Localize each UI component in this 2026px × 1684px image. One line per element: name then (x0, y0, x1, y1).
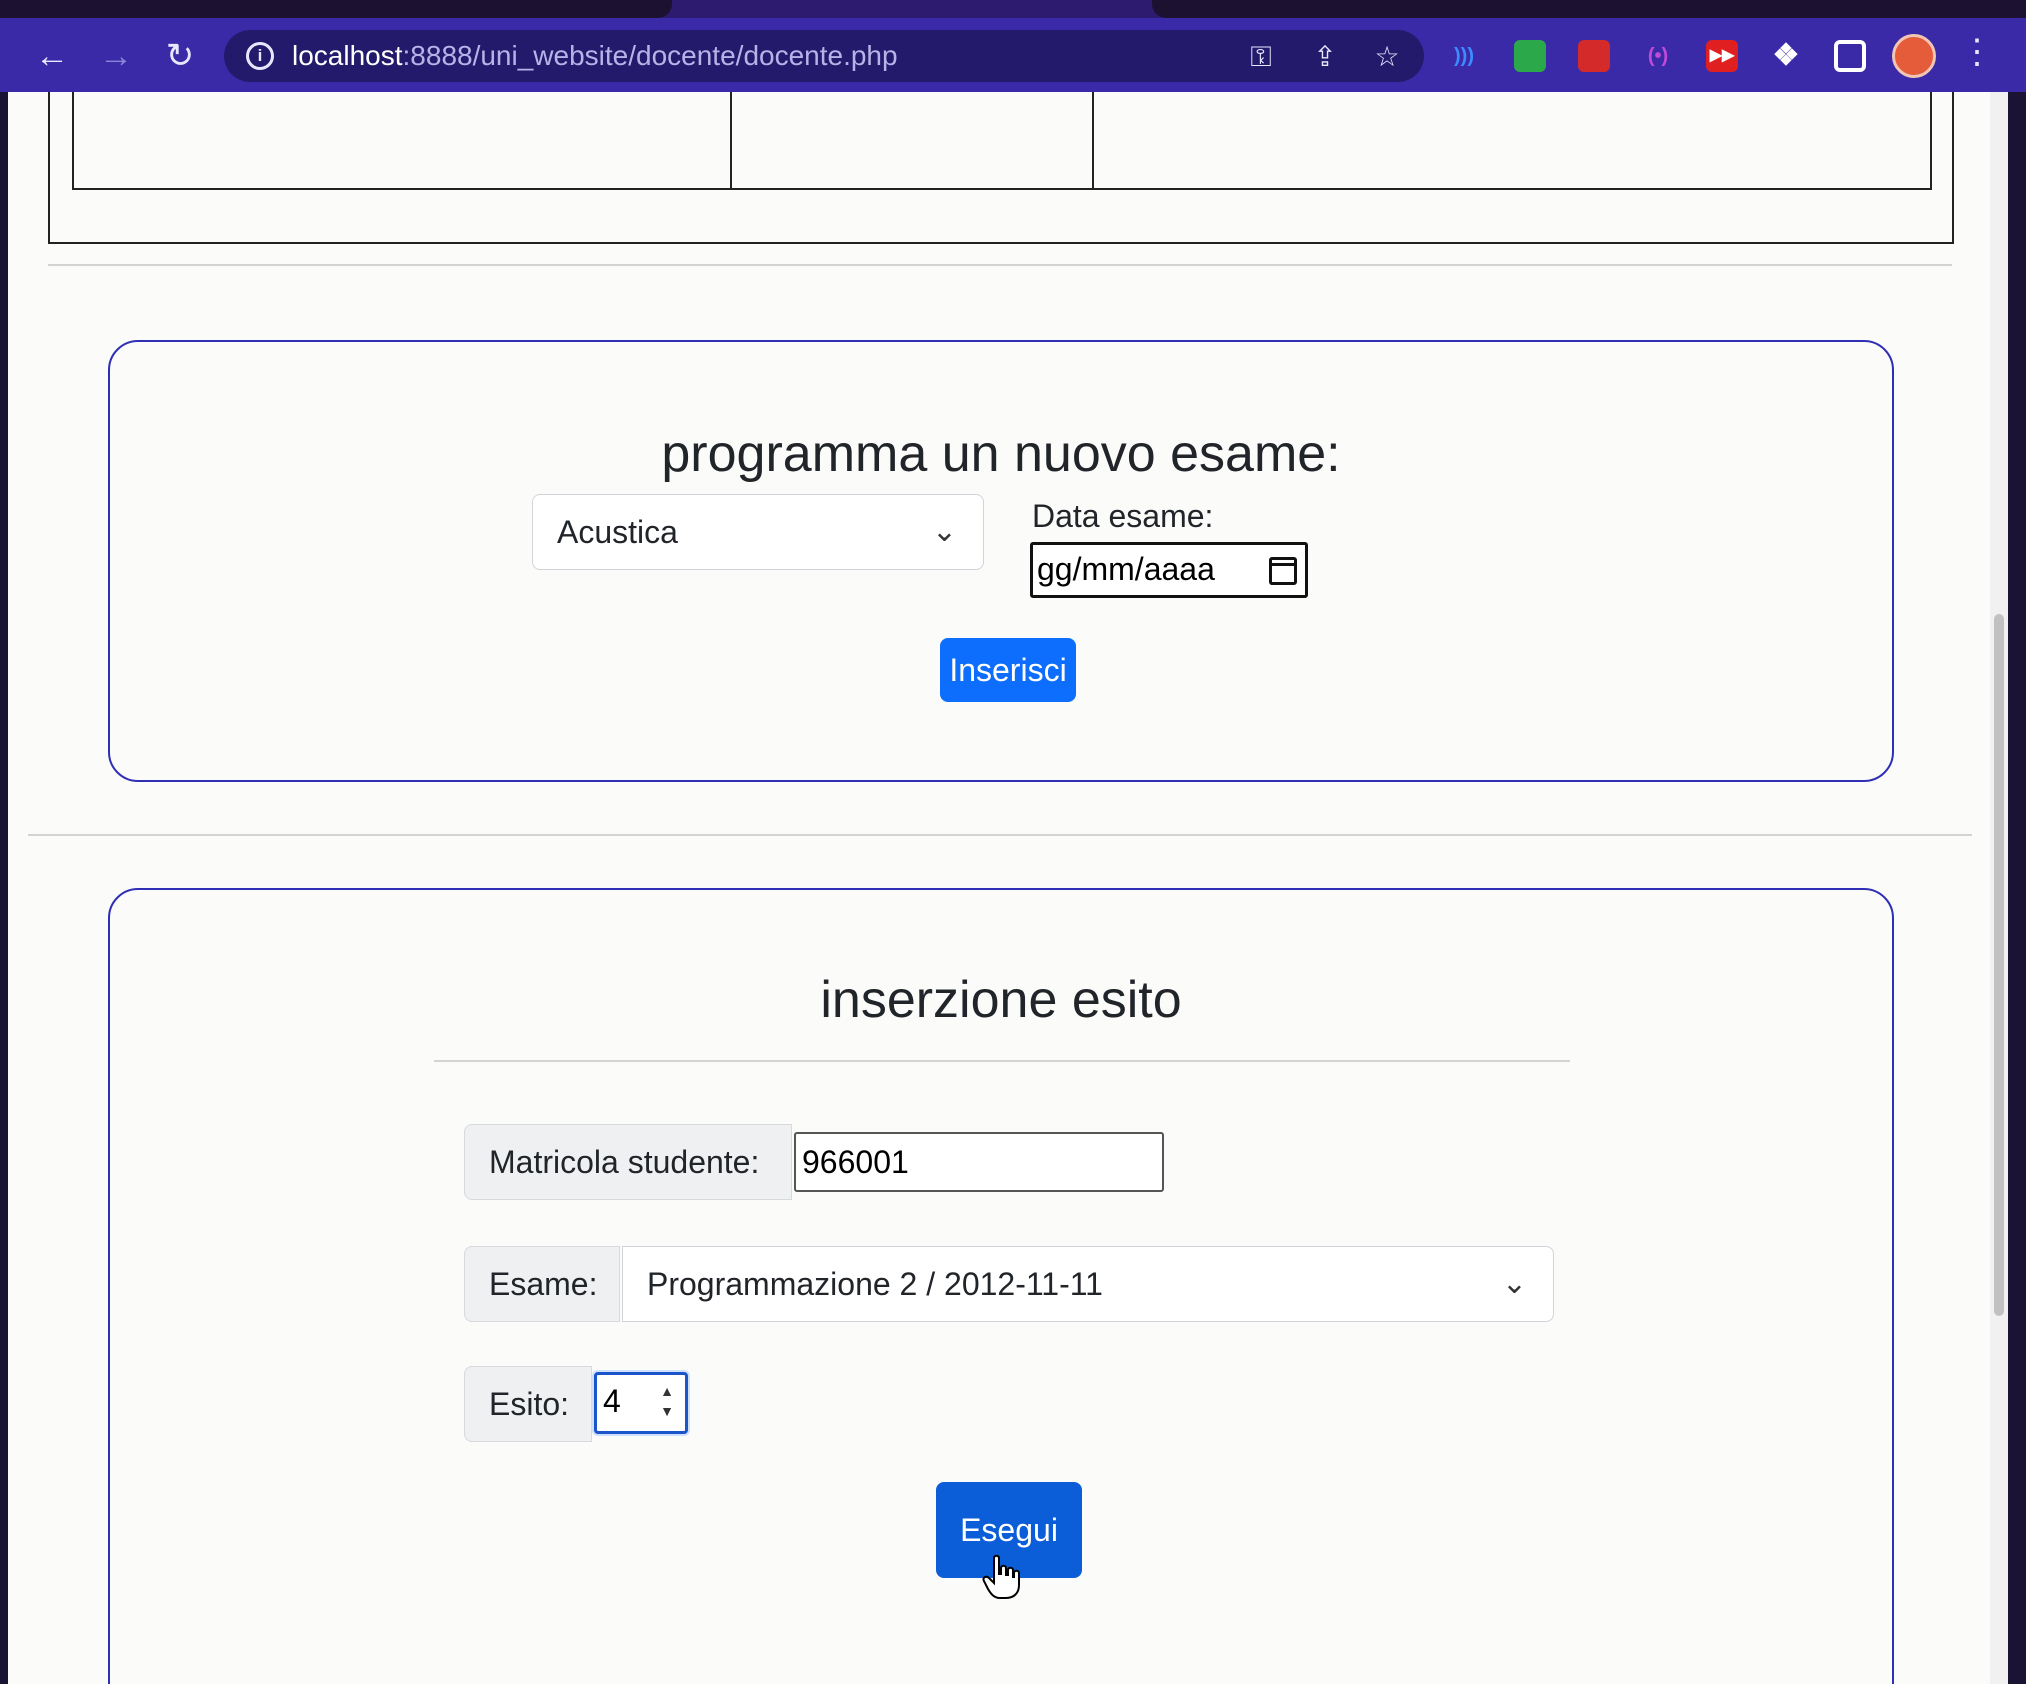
arrow-left-icon[interactable]: ← (32, 36, 72, 76)
chevron-down-icon: ⌄ (931, 515, 957, 548)
student-id-label: Matricola studente: (464, 1124, 792, 1200)
browser-tab-inactive-right[interactable] (1152, 0, 2026, 18)
url-text[interactable]: localhost:8888/uni_website/docente/docen… (292, 40, 898, 72)
result-label: Esito: (464, 1366, 592, 1442)
browser-tab-inactive-left[interactable] (0, 0, 672, 18)
site-info-icon[interactable]: i (246, 42, 274, 70)
arrow-right-icon[interactable]: → (96, 36, 136, 76)
reload-icon[interactable]: ↻ (160, 36, 200, 76)
url-path: :8888/uni_website/docente/docente.php (402, 40, 898, 71)
side-panel-icon[interactable] (1834, 40, 1866, 72)
exam-date-input[interactable]: gg/mm/aaaa (1030, 542, 1308, 598)
section-divider (28, 834, 1972, 836)
exam-date-label: Data esame: (1032, 498, 1214, 534)
exam-select-value: Programmazione 2 / 2012-11-11 (647, 1266, 1103, 1302)
url-host: localhost (292, 40, 403, 71)
share-icon[interactable]: ⇪ (1308, 40, 1342, 74)
calendar-icon[interactable] (1269, 557, 1297, 585)
hand-pointer-icon (982, 1554, 1020, 1599)
schedule-exam-title: programma un nuovo esame: (661, 425, 1341, 483)
section-divider (48, 264, 1952, 266)
chevron-down-icon: ⌄ (1501, 1267, 1527, 1300)
page-scrollbar[interactable] (1990, 92, 2008, 1684)
course-select-value: Acustica (557, 514, 678, 550)
title-divider (434, 1060, 1570, 1062)
table-column-divider (1092, 92, 1094, 188)
extension-red-icon[interactable] (1578, 40, 1610, 72)
page-viewport: programma un nuovo esame: Acustica ⌄ Dat… (8, 92, 2008, 1684)
address-bar[interactable]: i localhost:8888/uni_website/docente/doc… (224, 30, 1424, 82)
exam-label: Esame: (464, 1246, 620, 1322)
previous-table-container (48, 92, 1954, 244)
extensions-puzzle-icon[interactable]: ❖ (1770, 40, 1802, 72)
insert-result-title: inserzione esito (820, 971, 1182, 1029)
extension-wave-icon[interactable]: ))) (1448, 40, 1480, 72)
menu-kebab-icon[interactable]: ⋮ (1960, 30, 1994, 74)
student-id-input[interactable]: 966001 (794, 1132, 1164, 1192)
scrollbar-thumb[interactable] (1994, 614, 2004, 1316)
extension-radio-icon[interactable]: (•) (1642, 40, 1674, 72)
table-column-divider (730, 92, 732, 188)
result-number-input[interactable]: 4 ▲ ▼ (594, 1372, 688, 1434)
previous-table (72, 92, 1932, 190)
schedule-exam-card: programma un nuovo esame: Acustica ⌄ Dat… (108, 340, 1894, 782)
exam-select[interactable]: Programmazione 2 / 2012-11-11 ⌄ (622, 1246, 1554, 1322)
extension-youtube-icon[interactable]: ▶▶ (1706, 40, 1738, 72)
result-value: 4 (603, 1383, 621, 1419)
spinner-arrows-icon[interactable]: ▲ ▼ (657, 1381, 677, 1425)
extension-folder-icon[interactable] (1514, 40, 1546, 72)
key-icon[interactable]: ⚿ (1244, 40, 1278, 74)
profile-avatar[interactable] (1892, 34, 1936, 78)
course-select[interactable]: Acustica ⌄ (532, 494, 984, 570)
inserisci-button[interactable]: Inserisci (940, 638, 1076, 702)
tab-strip (0, 0, 2026, 18)
bookmark-star-icon[interactable]: ☆ (1370, 40, 1404, 74)
browser-toolbar: ← → ↻ i localhost:8888/uni_website/docen… (0, 18, 2026, 92)
exam-date-placeholder: gg/mm/aaaa (1037, 551, 1215, 587)
